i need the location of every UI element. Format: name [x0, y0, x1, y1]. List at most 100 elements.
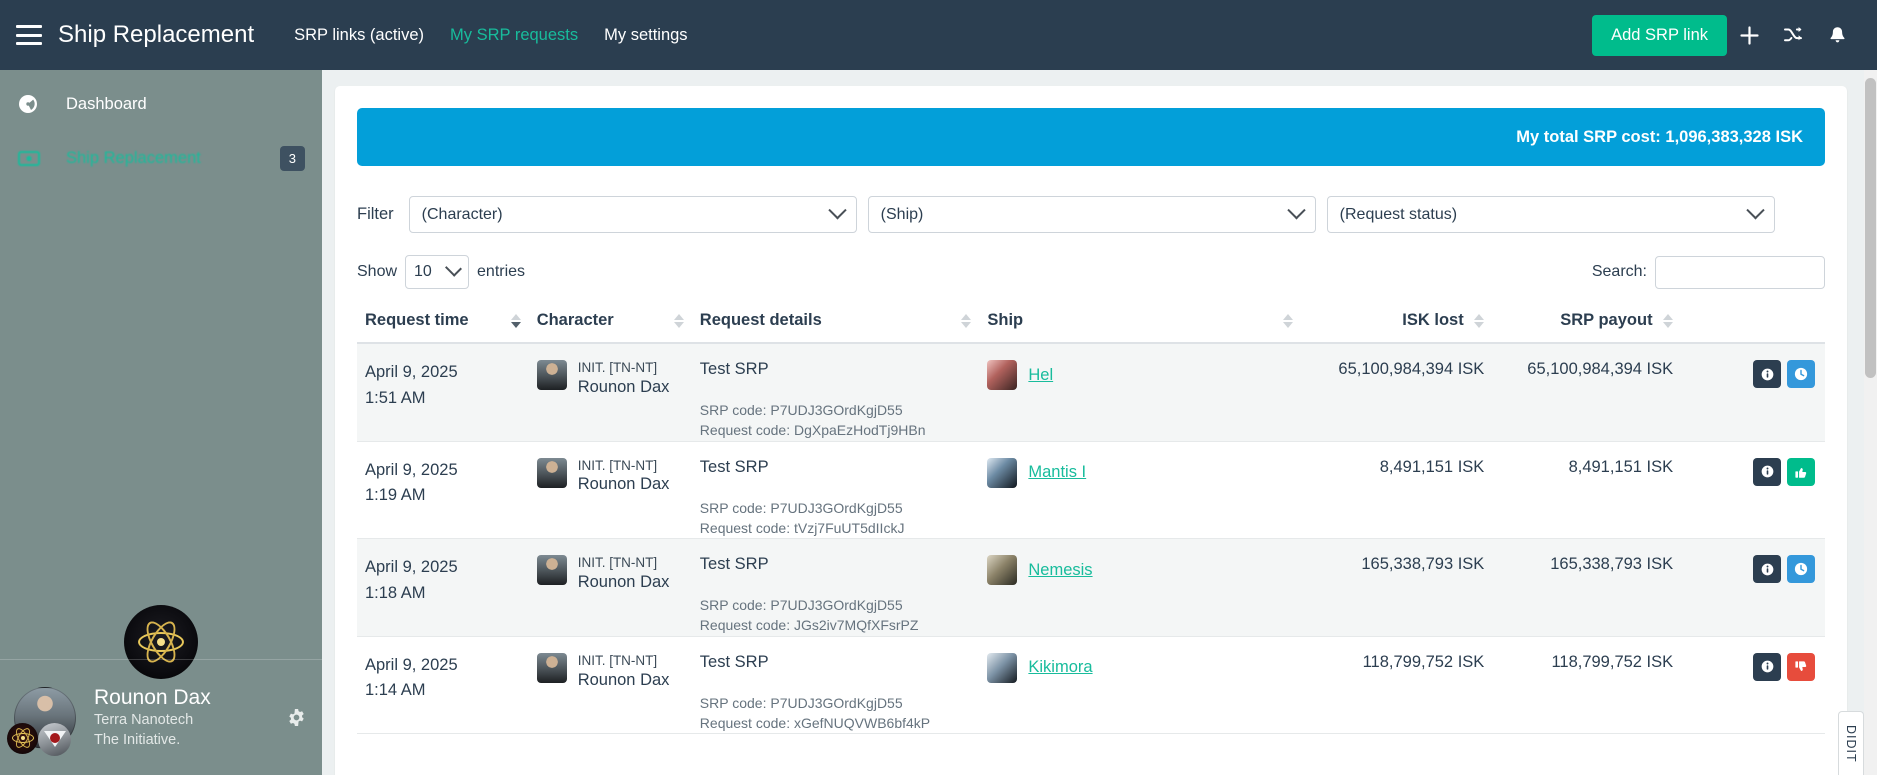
page-scrollbar-track[interactable]: [1864, 70, 1877, 775]
cell-isk-lost: 165,338,793 ISK: [1301, 538, 1493, 637]
hamburger-icon[interactable]: [16, 25, 42, 45]
column-header-actions: [1681, 301, 1825, 344]
chevron-down-icon: [827, 201, 847, 220]
sidebar-item-ship-replacement[interactable]: Ship Replacement 3: [0, 138, 322, 178]
sidebar-item-label-ship-replacement: Ship Replacement: [66, 148, 201, 167]
ship-link[interactable]: Kikimora: [1028, 658, 1092, 677]
sidebar: Dashboard Ship Replacement 3 Rounon Dax: [0, 70, 322, 775]
column-header-request-details[interactable]: Request details: [691, 301, 980, 344]
table-row: April 9, 2025 1:18 AM INIT. [TN-NT] Roun…: [357, 538, 1825, 637]
bell-icon[interactable]: [1815, 13, 1859, 57]
column-header-request-time[interactable]: Request time: [357, 301, 529, 344]
request-date: April 9, 2025: [365, 460, 458, 479]
status-approved-thumbs-up-icon-button[interactable]: [1787, 457, 1815, 486]
cell-character: INIT. [TN-NT] Rounon Dax: [528, 441, 692, 540]
cell-request-details: Test SRP SRP code: P7UDJ3GOrdKgjD55 Requ…: [691, 538, 980, 637]
plus-icon[interactable]: [1727, 13, 1771, 57]
sort-arrows-icon[interactable]: [510, 314, 521, 328]
search-input[interactable]: [1655, 255, 1825, 289]
filter-row: Filter (Character) (Ship) (Request statu…: [357, 196, 1825, 233]
info-icon-button[interactable]: [1753, 652, 1781, 681]
user-info: Rounon Dax Terra Nanotech The Initiative…: [94, 685, 211, 750]
page-scrollbar-thumb[interactable]: [1865, 78, 1876, 378]
table-row: April 9, 2025 1:51 AM INIT. [TN-NT] Roun…: [357, 343, 1825, 442]
table-row: April 9, 2025 1:14 AM INIT. [TN-NT] Roun…: [357, 636, 1825, 735]
request-time: 1:19 AM: [365, 486, 426, 505]
cell-ship: Kikimora: [979, 636, 1302, 735]
search-label: Search:: [1591, 263, 1647, 280]
didit-widget-label: DIDIT: [1844, 724, 1858, 763]
sort-arrows-icon[interactable]: [1663, 313, 1674, 328]
sort-arrows-icon[interactable]: [1283, 314, 1294, 328]
character-name: Rounon Dax: [577, 670, 670, 689]
character-ticker: INIT. [TN-NT]: [577, 652, 658, 668]
status-pending-clock-icon-button[interactable]: [1787, 360, 1815, 388]
column-label-request-details: Request details: [699, 311, 822, 329]
didit-widget-tab[interactable]: DIDIT: [1838, 711, 1864, 775]
srp-code: SRP code: P7UDJ3GOrdKgjD55: [699, 597, 903, 614]
cell-request-details: Test SRP SRP code: P7UDJ3GOrdKgjD55 Requ…: [691, 636, 980, 735]
user-name: Rounon Dax: [94, 685, 211, 709]
column-header-isk-lost[interactable]: ISK lost: [1301, 301, 1493, 344]
filter-ship-select[interactable]: (Ship): [867, 196, 1316, 233]
filter-status-select[interactable]: (Request status): [1326, 196, 1775, 233]
filter-character-select[interactable]: (Character): [408, 196, 857, 233]
ship-icon: [987, 360, 1018, 390]
page-size-select[interactable]: 10: [405, 255, 470, 289]
cell-ship: Hel: [979, 343, 1302, 442]
chevron-down-icon: [1286, 201, 1306, 220]
sort-arrows-icon[interactable]: [1474, 313, 1485, 328]
ship-icon: [987, 457, 1018, 488]
user-alliance: The Initiative.: [94, 731, 181, 748]
avatar: [7, 686, 76, 756]
status-rejected-thumbs-down-icon-button[interactable]: [1787, 652, 1815, 681]
ship-link[interactable]: Mantis I: [1028, 463, 1086, 482]
ship-link[interactable]: Hel: [1028, 366, 1053, 385]
column-header-srp-payout[interactable]: SRP payout: [1492, 301, 1682, 344]
filter-label: Filter: [357, 205, 394, 223]
chevron-down-icon: [1745, 201, 1765, 220]
column-label-srp-payout: SRP payout: [1560, 311, 1653, 329]
character-portrait: [536, 360, 567, 390]
nav-item-my-srp-requests[interactable]: My SRP requests: [450, 26, 578, 45]
request-code: Request code: JGs2iv7MQfXFsrPZ: [699, 617, 919, 634]
request-detail-title: Test SRP: [699, 652, 769, 671]
cell-ship: Mantis I: [979, 441, 1302, 540]
dashboard-icon: [18, 94, 44, 114]
sidebar-item-dashboard[interactable]: Dashboard: [0, 84, 322, 124]
cell-actions: [1681, 343, 1825, 442]
cell-request-details: Test SRP SRP code: P7UDJ3GOrdKgjD55 Requ…: [691, 343, 980, 442]
alliance-emblem-icon: [38, 722, 71, 756]
top-header: Ship Replacement SRP links (active) My S…: [0, 0, 1877, 70]
request-time: 1:51 AM: [365, 388, 426, 407]
corp-emblem-icon: [7, 722, 38, 754]
cell-actions: [1681, 636, 1825, 735]
status-pending-clock-icon-button[interactable]: [1787, 555, 1815, 584]
nav-item-my-settings[interactable]: My settings: [604, 26, 687, 45]
nav-item-srp-links[interactable]: SRP links (active): [294, 26, 424, 45]
request-detail-title: Test SRP: [699, 360, 769, 378]
info-icon-button[interactable]: [1753, 555, 1781, 584]
cell-request-time: April 9, 2025 1:18 AM: [357, 538, 529, 637]
request-code: Request code: DgXpaEzHodTj9HBn: [699, 422, 926, 439]
info-icon-button[interactable]: [1753, 457, 1781, 486]
character-ticker: INIT. [TN-NT]: [577, 555, 658, 571]
cell-actions: [1681, 441, 1825, 540]
column-label-isk-lost: ISK lost: [1402, 311, 1464, 329]
sidebar-item-label-dashboard: Dashboard: [66, 94, 147, 113]
sort-arrows-icon[interactable]: [673, 314, 684, 328]
sort-arrows-icon[interactable]: [961, 314, 972, 328]
gear-icon[interactable]: [287, 708, 306, 727]
column-header-ship[interactable]: Ship: [979, 301, 1302, 344]
column-label-character: Character: [536, 311, 614, 329]
column-header-character[interactable]: Character: [528, 301, 692, 344]
filter-character-value: (Character): [421, 205, 503, 223]
shuffle-icon[interactable]: [1771, 13, 1815, 57]
info-icon-button[interactable]: [1753, 360, 1781, 388]
sidebar-badge-count: 3: [279, 146, 305, 171]
add-srp-link-button[interactable]: Add SRP link: [1592, 14, 1727, 56]
ship-link[interactable]: Nemesis: [1028, 561, 1092, 580]
request-detail-title: Test SRP: [699, 457, 769, 476]
ship-icon: [987, 555, 1018, 586]
cell-request-time: April 9, 2025 1:51 AM: [357, 343, 529, 442]
